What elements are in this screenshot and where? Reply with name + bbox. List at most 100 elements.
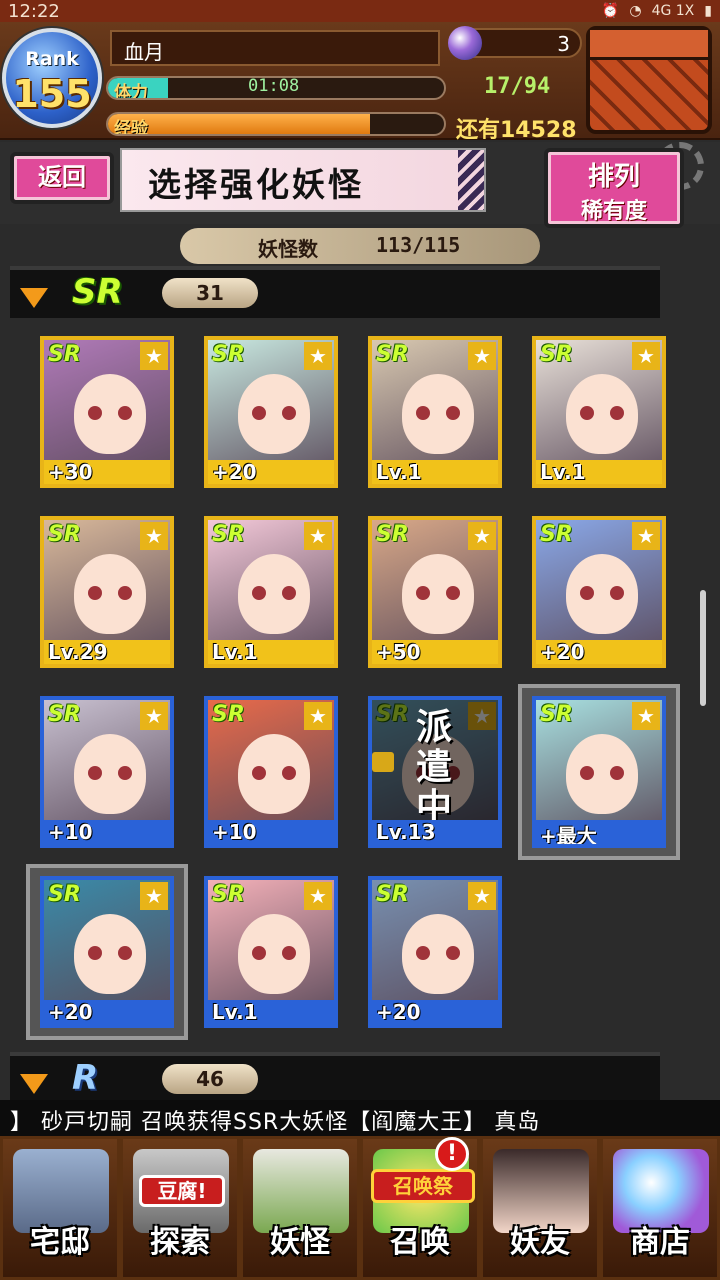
monster-count-value: 113/115 bbox=[376, 233, 461, 257]
monster-card[interactable]: SR ★ Lv.1 bbox=[204, 516, 338, 668]
card-level: +20 bbox=[44, 1000, 170, 1024]
nav-explore[interactable]: 豆腐! 探索 bbox=[120, 1136, 240, 1280]
monster-card[interactable]: SR ★ +10 bbox=[40, 696, 174, 848]
rank-badge[interactable]: Rank 155 bbox=[2, 28, 102, 128]
monster-card[interactable]: SR ★ +最大 bbox=[532, 696, 666, 848]
collapse-arrow-icon bbox=[20, 288, 48, 308]
portrait-face bbox=[238, 554, 310, 634]
portrait-face bbox=[566, 554, 638, 634]
exp-bar: 经验 bbox=[106, 112, 446, 136]
portrait-eye bbox=[446, 406, 460, 420]
card-level: +最大 bbox=[536, 820, 662, 844]
monster-card[interactable]: SR ★ +20 bbox=[40, 876, 174, 1028]
portrait-eye bbox=[88, 586, 102, 600]
card-rarity: SR bbox=[376, 882, 409, 907]
portrait-face bbox=[566, 734, 638, 814]
gem-counter[interactable]: 3 bbox=[448, 26, 582, 60]
status-icons: ⏰ ◔ 4G 1X ▮ bbox=[602, 3, 712, 19]
card-rarity: SR bbox=[212, 882, 245, 907]
portrait-eye bbox=[282, 766, 296, 780]
portrait-eye bbox=[118, 946, 132, 960]
nav-label: 探索 bbox=[150, 1225, 210, 1260]
rank-label: Rank bbox=[25, 48, 79, 70]
monster-card[interactable]: SR ★ Lv.1 bbox=[532, 336, 666, 488]
status-bar: 12:22 ⏰ ◔ 4G 1X ▮ bbox=[0, 0, 720, 22]
star-icon: ★ bbox=[304, 882, 332, 910]
collapse-arrow-icon bbox=[20, 1074, 48, 1094]
bottom-nav: 宅邸 豆腐! 探索 妖怪 召唤祭 ! 召唤 妖友 商店 bbox=[0, 1136, 720, 1280]
portrait-eye bbox=[580, 586, 594, 600]
monster-card[interactable]: SR★派遣中Lv.13 bbox=[368, 696, 502, 848]
monster-card[interactable]: SR ★ +50 bbox=[368, 516, 502, 668]
monster-card[interactable]: SR ★ +30 bbox=[40, 336, 174, 488]
page-title-text: 选择强化妖怪 bbox=[148, 165, 364, 204]
dispatch-status: 派遣中 bbox=[416, 707, 453, 828]
exp-remaining: 还有14528 bbox=[456, 118, 577, 143]
card-level: Lv.1 bbox=[208, 1000, 334, 1024]
portrait-face bbox=[74, 554, 146, 634]
card-rarity: SR bbox=[540, 342, 573, 367]
monster-count: 妖怪数 113/115 bbox=[180, 228, 540, 264]
card-level: +20 bbox=[372, 1000, 498, 1024]
portrait-face bbox=[74, 374, 146, 454]
star-icon: ★ bbox=[140, 522, 168, 550]
monster-card[interactable]: SR ★ +10 bbox=[204, 696, 338, 848]
portrait-eye bbox=[252, 946, 266, 960]
star-icon: ★ bbox=[468, 342, 496, 370]
group-header-sr[interactable]: SR 31 bbox=[10, 266, 660, 318]
card-level: Lv.13 bbox=[372, 820, 498, 844]
monster-card[interactable]: SR ★ +20 bbox=[532, 516, 666, 668]
card-level: +50 bbox=[372, 640, 498, 664]
card-rarity: SR bbox=[212, 342, 245, 367]
sub-header: 返回 选择强化妖怪 排列 稀有度 bbox=[0, 142, 720, 228]
nav-shop[interactable]: 商店 bbox=[600, 1136, 720, 1280]
wifi-icon: ◔ bbox=[629, 3, 642, 19]
star-icon: ★ bbox=[140, 702, 168, 730]
nav-label: 商店 bbox=[630, 1225, 690, 1260]
battery-icon: ▮ bbox=[704, 3, 712, 19]
stamina-label: 体力 bbox=[114, 83, 148, 100]
star-icon: ★ bbox=[304, 342, 332, 370]
star-icon: ★ bbox=[304, 522, 332, 550]
portrait-eye bbox=[446, 946, 460, 960]
portrait-eye bbox=[610, 586, 624, 600]
monster-card[interactable]: SR ★ Lv.29 bbox=[40, 516, 174, 668]
treasure-chest-icon[interactable] bbox=[586, 26, 712, 134]
portrait-eye bbox=[118, 766, 132, 780]
gem-icon bbox=[448, 26, 482, 60]
portrait-face bbox=[402, 554, 474, 634]
portrait-eye bbox=[416, 946, 430, 960]
card-rarity: SR bbox=[376, 522, 409, 547]
scrollbar[interactable] bbox=[700, 590, 706, 706]
sort-button[interactable]: 排列 稀有度 bbox=[544, 148, 684, 228]
nav-label: 召唤 bbox=[390, 1225, 450, 1260]
star-icon: ★ bbox=[468, 522, 496, 550]
portrait-eye bbox=[610, 406, 624, 420]
alert-icon: ! bbox=[435, 1137, 469, 1171]
nav-mansion[interactable]: 宅邸 bbox=[0, 1136, 120, 1280]
page-title: 选择强化妖怪 bbox=[120, 148, 486, 212]
portrait-eye bbox=[580, 406, 594, 420]
monster-count-label: 妖怪数 bbox=[258, 237, 318, 261]
monster-card[interactable]: SR ★ Lv.1 bbox=[204, 876, 338, 1028]
group-header-r[interactable]: R 46 bbox=[10, 1052, 660, 1104]
portrait-eye bbox=[88, 766, 102, 780]
nav-monsters[interactable]: 妖怪 bbox=[240, 1136, 360, 1280]
card-rarity: SR bbox=[540, 522, 573, 547]
nav-summon[interactable]: 召唤祭 ! 召唤 bbox=[360, 1136, 480, 1280]
card-rarity: SR bbox=[48, 342, 81, 367]
nav-label: 妖友 bbox=[510, 1225, 570, 1260]
card-level: Lv.1 bbox=[208, 640, 334, 664]
card-rarity: SR bbox=[48, 522, 81, 547]
portrait-face bbox=[74, 914, 146, 994]
monster-card[interactable]: SR ★ +20 bbox=[204, 336, 338, 488]
back-button[interactable]: 返回 bbox=[10, 152, 114, 204]
card-level: +20 bbox=[208, 460, 334, 484]
star-icon: ★ bbox=[468, 882, 496, 910]
nav-friends[interactable]: 妖友 bbox=[480, 1136, 600, 1280]
star-icon: ★ bbox=[140, 882, 168, 910]
monster-card[interactable]: SR ★ +20 bbox=[368, 876, 502, 1028]
sort-value: 稀有度 bbox=[580, 199, 647, 224]
portrait-eye bbox=[580, 766, 594, 780]
monster-card[interactable]: SR ★ Lv.1 bbox=[368, 336, 502, 488]
